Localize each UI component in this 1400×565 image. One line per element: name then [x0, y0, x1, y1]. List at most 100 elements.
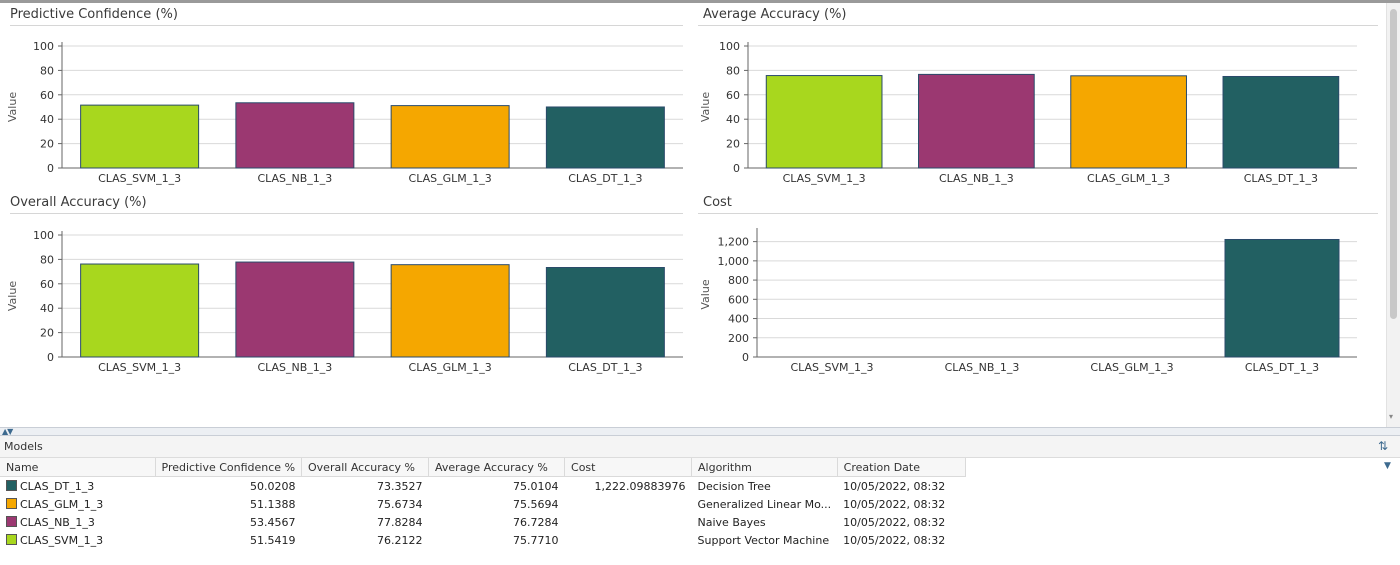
- chart-plot: 0 200 400 600 800 1,000 1,200 Value CLAS_SVM_1_3…: [699, 228, 1357, 374]
- chart-title: Overall Accuracy (%): [10, 195, 147, 210]
- cell-creation-date: 10/05/2022, 08:32: [843, 479, 946, 493]
- chart-plot: 0 20 40 60 80 100 Value CLAS_SVM_1_3 CLAS_NB_1_3…: [6, 40, 683, 185]
- x-tick-label: CLAS_GLM_1_3: [409, 361, 492, 374]
- x-tick-label: CLAS_DT_1_3: [568, 172, 642, 185]
- column-header-overall-accuracy[interactable]: Overall Accuracy %: [301, 458, 430, 477]
- table-row[interactable]: CLAS_DT_1_3 50.0208 73.3527 75.0104 1,22…: [0, 477, 965, 496]
- cell-creation-date: 10/05/2022, 08:32: [843, 497, 946, 511]
- chart-plot: 0 20 40 60 80 100 Value CLAS_SVM_1_3 CLAS_NB_1_3…: [6, 229, 683, 374]
- scroll-down-arrow-icon[interactable]: ▾: [1389, 412, 1393, 421]
- cell-algorithm: Naive Bayes: [697, 515, 766, 529]
- pane-splitter[interactable]: ▲▼: [0, 427, 1400, 436]
- column-header-algorithm[interactable]: Algorithm: [691, 458, 838, 477]
- column-header-average-accuracy[interactable]: Average Accuracy %: [428, 458, 566, 477]
- table-row[interactable]: CLAS_GLM_1_3 51.1388 75.6734 75.5694 Gen…: [0, 495, 965, 513]
- chart-overall-accuracy: 0 20 40 60 80 100 Value CLAS_SVM_1_3 CLAS_NB_1_3…: [0, 191, 693, 381]
- models-table: Name Predictive Confidence % Overall Acc…: [0, 458, 966, 549]
- chart-title-rule: [698, 25, 1378, 26]
- y-tick-label: 60: [40, 89, 54, 102]
- x-tick-label: CLAS_NB_1_3: [945, 361, 1020, 374]
- column-settings-icon[interactable]: ⇅: [1376, 439, 1390, 453]
- collapse-expand-arrows-icon[interactable]: ▲▼: [2, 427, 13, 436]
- bar-clas-dt-1-3: [545, 267, 665, 358]
- x-tick-label: CLAS_GLM_1_3: [1087, 172, 1170, 185]
- chart-title-rule: [10, 213, 683, 214]
- y-tick-label: 1,000: [718, 255, 750, 268]
- cell-average-accuracy: 76.7284: [513, 515, 559, 529]
- x-tick-label: CLAS_GLM_1_3: [1090, 361, 1173, 374]
- model-color-swatch: [6, 515, 17, 527]
- x-tick-label: CLAS_SVM_1_3: [98, 361, 181, 374]
- y-tick-label: 400: [728, 313, 749, 326]
- chart-title-rule: [698, 213, 1378, 214]
- bar-clas-nb-1-3: [235, 102, 355, 169]
- y-tick-label: 800: [728, 274, 749, 287]
- cell-overall-accuracy: 76.2122: [377, 533, 423, 547]
- y-axis-label: Value: [699, 92, 712, 122]
- model-name: CLAS_GLM_1_3: [20, 497, 104, 511]
- column-header-predictive-confidence[interactable]: Predictive Confidence %: [155, 458, 303, 477]
- charts-area: 0 20 40 60 80 100 Value CLAS_SVM_1_3 CLAS_NB_1_3…: [0, 3, 1386, 427]
- model-color-swatch: [6, 497, 17, 509]
- cell-overall-accuracy: 77.8284: [377, 515, 423, 529]
- cell-algorithm: Decision Tree: [697, 479, 771, 493]
- column-header-name[interactable]: Name: [0, 458, 156, 477]
- cell-creation-date: 10/05/2022, 08:32: [843, 515, 946, 529]
- y-tick-label: 0: [47, 351, 54, 364]
- y-tick-label: 80: [40, 64, 54, 77]
- y-tick-label: 80: [40, 253, 54, 266]
- y-tick-label: 40: [40, 302, 54, 315]
- bar-clas-dt-1-3: [1222, 75, 1340, 169]
- models-panel: Models ⇅ Name Predictive Confidence % Ov…: [0, 436, 1400, 565]
- scrollbar-thumb[interactable]: [1390, 9, 1397, 319]
- x-tick-label: CLAS_DT_1_3: [568, 361, 642, 374]
- cell-average-accuracy: 75.0104: [513, 479, 559, 493]
- y-tick-label: 20: [40, 327, 54, 340]
- bar-clas-glm-1-3: [390, 105, 510, 169]
- cell-name: CLAS_GLM_1_3: [0, 495, 155, 513]
- y-tick-label: 60: [726, 89, 740, 102]
- bar-clas-nb-1-3: [918, 73, 1035, 169]
- y-tick-label: 1,200: [718, 236, 750, 249]
- table-row[interactable]: CLAS_SVM_1_3 51.5419 76.2122 75.7710 Sup…: [0, 531, 965, 549]
- chart-title: Average Accuracy (%): [703, 7, 847, 22]
- cell-name: CLAS_SVM_1_3: [0, 531, 155, 549]
- cell-predictive-confidence: 51.1388: [250, 497, 296, 511]
- y-tick-label: 80: [726, 64, 740, 77]
- model-color-swatch: [6, 479, 17, 491]
- x-tick-label: CLAS_SVM_1_3: [790, 361, 873, 374]
- x-tick-label: CLAS_DT_1_3: [1245, 361, 1319, 374]
- charts-vertical-scrollbar[interactable]: ▾: [1386, 3, 1400, 427]
- bar-clas-nb-1-3: [235, 261, 355, 358]
- chart-title: Predictive Confidence (%): [10, 7, 178, 22]
- bar-clas-glm-1-3: [390, 264, 510, 358]
- y-tick-label: 100: [33, 40, 54, 53]
- y-tick-label: 0: [733, 162, 740, 175]
- y-tick-label: 20: [40, 138, 54, 151]
- models-title: Models: [4, 440, 43, 453]
- bar-clas-svm-1-3: [80, 104, 200, 169]
- cell-cost: 1,222.09883976: [594, 479, 686, 493]
- y-axis-label: Value: [699, 279, 712, 309]
- cell-creation-date: 10/05/2022, 08:32: [843, 533, 946, 547]
- model-name: CLAS_NB_1_3: [20, 515, 95, 529]
- chart-average-accuracy: 0 20 40 60 80 100 Value CLAS_SVM_1_3 CLAS_NB_1_3…: [693, 3, 1386, 191]
- x-tick-label: CLAS_SVM_1_3: [783, 172, 866, 185]
- column-header-creation-date[interactable]: Creation Date: [837, 458, 966, 477]
- x-tick-label: CLAS_NB_1_3: [257, 361, 332, 374]
- table-row[interactable]: CLAS_NB_1_3 53.4567 77.8284 76.7284 Naiv…: [0, 513, 965, 531]
- x-tick-label: CLAS_DT_1_3: [1244, 172, 1318, 185]
- cell-algorithm: Generalized Linear Mo...: [697, 497, 832, 511]
- y-tick-label: 20: [726, 138, 740, 151]
- y-tick-label: 600: [728, 293, 749, 306]
- chart-plot: 0 20 40 60 80 100 Value CLAS_SVM_1_3 CLAS_NB_1_3…: [699, 40, 1357, 185]
- column-header-cost[interactable]: Cost: [564, 458, 693, 477]
- cell-cost: [565, 495, 692, 513]
- y-tick-label: 0: [742, 351, 749, 364]
- bar-clas-dt-1-3: [1224, 238, 1340, 358]
- y-tick-label: 100: [719, 40, 740, 53]
- y-tick-label: 40: [726, 113, 740, 126]
- bar-clas-svm-1-3: [80, 263, 200, 358]
- cell-predictive-confidence: 50.0208: [250, 479, 296, 493]
- table-menu-arrow-icon[interactable]: ▼: [1384, 461, 1391, 471]
